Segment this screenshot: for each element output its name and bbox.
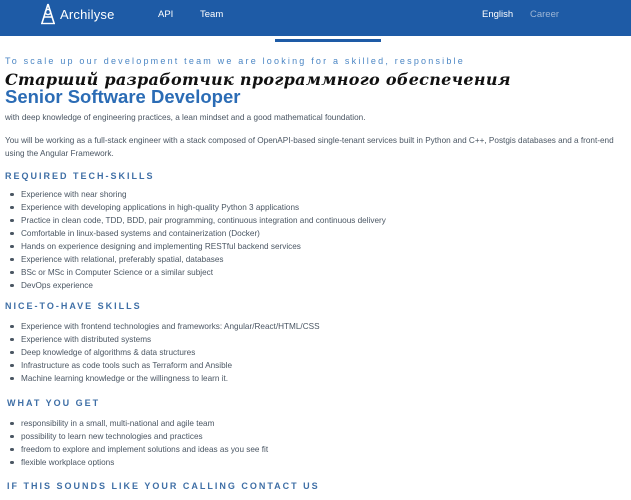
nav-link-api[interactable]: API [158, 9, 173, 20]
section-heading-nice-to-have: NICE-TO-HAVE SKILLS [5, 301, 142, 311]
list-item: Deep knowledge of algorithms & data stru… [10, 346, 320, 359]
list-item: possibility to learn new technologies an… [10, 430, 268, 443]
list-item: Hands on experience designing and implem… [10, 240, 386, 253]
list-item: DevOps experience [10, 279, 386, 292]
list-item: flexible workplace options [10, 456, 268, 469]
section-heading-contact-us: IF THIS SOUNDS LIKE YOUR CALLING CONTACT… [7, 481, 320, 491]
brand-name-link[interactable]: Archilyse [60, 7, 115, 22]
job-kicker-text: To scale up our development team we are … [5, 56, 465, 66]
list-item: freedom to explore and implement solutio… [10, 443, 268, 456]
job-intro-text: with deep knowledge of engineering pract… [5, 113, 366, 122]
section-heading-what-you-get: WHAT YOU GET [7, 398, 101, 408]
section-heading-required-skills: REQUIRED TECH-SKILLS [5, 171, 155, 181]
list-item: Machine learning knowledge or the willin… [10, 372, 320, 385]
job-description-text: You will be working as a full-stack engi… [5, 136, 614, 158]
top-navigation-bar: Archilyse API Team English Career [0, 0, 631, 36]
nav-link-career[interactable]: Career [530, 9, 559, 20]
list-item: Practice in clean code, TDD, BDD, pair p… [10, 214, 386, 227]
list-item: Experience with developing applications … [10, 201, 386, 214]
list-item: responsibility in a small, multi-nationa… [10, 417, 268, 430]
nav-link-team[interactable]: Team [200, 9, 223, 20]
archilyse-logo-icon[interactable] [40, 3, 56, 25]
list-item: Experience with distributed systems [10, 333, 320, 346]
nice-to-have-list: Experience with frontend technologies an… [10, 320, 320, 385]
benefits-list: responsibility in a small, multi-nationa… [10, 417, 268, 469]
language-selector[interactable]: English [482, 9, 513, 20]
list-item: Experience with frontend technologies an… [10, 320, 320, 333]
list-item: Comfortable in linux-based systems and c… [10, 227, 386, 240]
list-item: Experience with relational, preferably s… [10, 253, 386, 266]
list-item: BSc or MSc in Computer Science or a simi… [10, 266, 386, 279]
job-title: Senior Software Developer [5, 86, 241, 107]
active-tab-indicator [275, 39, 381, 42]
list-item: Experience with near shoring [10, 188, 386, 201]
required-skills-list: Experience with near shoring Experience … [10, 188, 386, 292]
list-item: Infrastructure as code tools such as Ter… [10, 359, 320, 372]
